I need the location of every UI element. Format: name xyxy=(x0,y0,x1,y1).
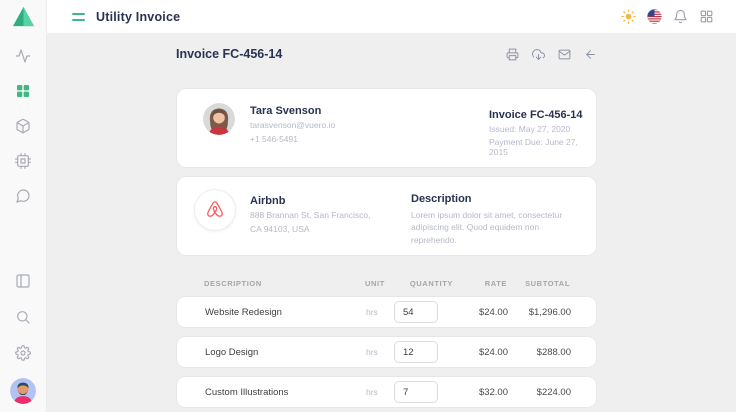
customer-avatar xyxy=(203,103,235,135)
invoice-rows: Website Redesign hrs $24.00 $1,296.00 Lo… xyxy=(176,296,597,408)
row-subtotal: $288.00 xyxy=(508,347,571,358)
col-unit: UNIT xyxy=(365,279,393,288)
cloud-download-icon[interactable] xyxy=(532,48,545,61)
invoice-issued-date: Issued: May 27, 2020 xyxy=(489,124,596,134)
chat-bubble-icon[interactable] xyxy=(15,188,31,204)
dashboard-grid-icon[interactable] xyxy=(15,83,31,99)
page-title: Utility Invoice xyxy=(96,10,180,24)
company-address-line2: CA 94103, USA xyxy=(250,224,371,234)
activity-icon[interactable] xyxy=(15,48,31,64)
company-name: Airbnb xyxy=(250,195,371,207)
row-rate: $32.00 xyxy=(454,387,508,398)
col-quantity: QUANTITY xyxy=(393,279,453,288)
company-card: Airbnb 888 Brannan St, San Francisco, CA… xyxy=(176,176,597,256)
gear-icon[interactable] xyxy=(15,345,31,361)
row-description: Website Redesign xyxy=(205,307,366,318)
table-header-row: DESCRIPTION UNIT QUANTITY RATE SUBTOTAL xyxy=(176,279,597,288)
table-row: Website Redesign hrs $24.00 $1,296.00 xyxy=(176,296,597,328)
company-address-line1: 888 Brannan St, San Francisco, xyxy=(250,210,371,220)
icon-sidebar xyxy=(0,0,47,412)
topbar-actions xyxy=(621,9,736,24)
main-content: Invoice FC-456-14 xyxy=(47,33,736,412)
row-rate: $24.00 xyxy=(454,307,508,318)
bell-icon[interactable] xyxy=(673,9,688,24)
search-icon[interactable] xyxy=(15,309,31,325)
row-subtotal: $224.00 xyxy=(508,387,571,398)
top-navbar: Utility Invoice xyxy=(47,0,736,33)
row-description: Custom Illustrations xyxy=(205,387,366,398)
customer-name: Tara Svenson xyxy=(250,105,335,117)
invoice-title: Invoice FC-456-14 xyxy=(176,47,282,61)
quantity-input[interactable] xyxy=(394,341,438,363)
invoice-actions xyxy=(506,48,597,61)
cube-icon[interactable] xyxy=(15,118,31,134)
quantity-input[interactable] xyxy=(394,381,438,403)
customer-card: Tara Svenson tarasvenson@vuero.io +1 546… xyxy=(176,88,597,168)
col-rate: RATE xyxy=(453,279,507,288)
cpu-icon[interactable] xyxy=(15,153,31,169)
app-logo-icon[interactable] xyxy=(12,6,35,27)
col-subtotal: SUBTOTAL xyxy=(507,279,570,288)
customer-email: tarasvenson@vuero.io xyxy=(250,120,335,130)
col-description: DESCRIPTION xyxy=(204,279,365,288)
invoice-due-date: Payment Due: June 27, 2015 xyxy=(489,137,596,157)
customer-phone: +1 546-5491 xyxy=(250,134,335,144)
invoice-meta: Invoice FC-456-14 Issued: May 27, 2020 P… xyxy=(489,109,596,157)
row-rate: $24.00 xyxy=(454,347,508,358)
invoice-header: Invoice FC-456-14 xyxy=(176,44,597,64)
description-text: Lorem ipsum dolor sit amet, consectetur … xyxy=(411,209,587,246)
airbnb-logo-icon xyxy=(194,189,236,231)
row-unit: hrs xyxy=(366,347,394,357)
us-flag-icon[interactable] xyxy=(647,9,662,24)
table-row: Custom Illustrations hrs $32.00 $224.00 xyxy=(176,376,597,408)
mail-icon[interactable] xyxy=(558,48,571,61)
apps-grid-icon[interactable] xyxy=(699,9,714,24)
description-block: Description Lorem ipsum dolor sit amet, … xyxy=(411,193,587,246)
invoice-number: Invoice FC-456-14 xyxy=(489,109,596,121)
user-avatar[interactable] xyxy=(10,378,36,404)
description-title: Description xyxy=(411,193,587,205)
menu-toggle-icon[interactable] xyxy=(72,13,85,21)
sun-icon[interactable] xyxy=(621,9,636,24)
row-unit: hrs xyxy=(366,387,394,397)
row-unit: hrs xyxy=(366,307,394,317)
row-subtotal: $1,296.00 xyxy=(508,307,571,318)
table-row: Logo Design hrs $24.00 $288.00 xyxy=(176,336,597,368)
back-arrow-icon[interactable] xyxy=(584,48,597,61)
quantity-input[interactable] xyxy=(394,301,438,323)
row-description: Logo Design xyxy=(205,347,366,358)
print-icon[interactable] xyxy=(506,48,519,61)
panels-icon[interactable] xyxy=(15,273,31,289)
